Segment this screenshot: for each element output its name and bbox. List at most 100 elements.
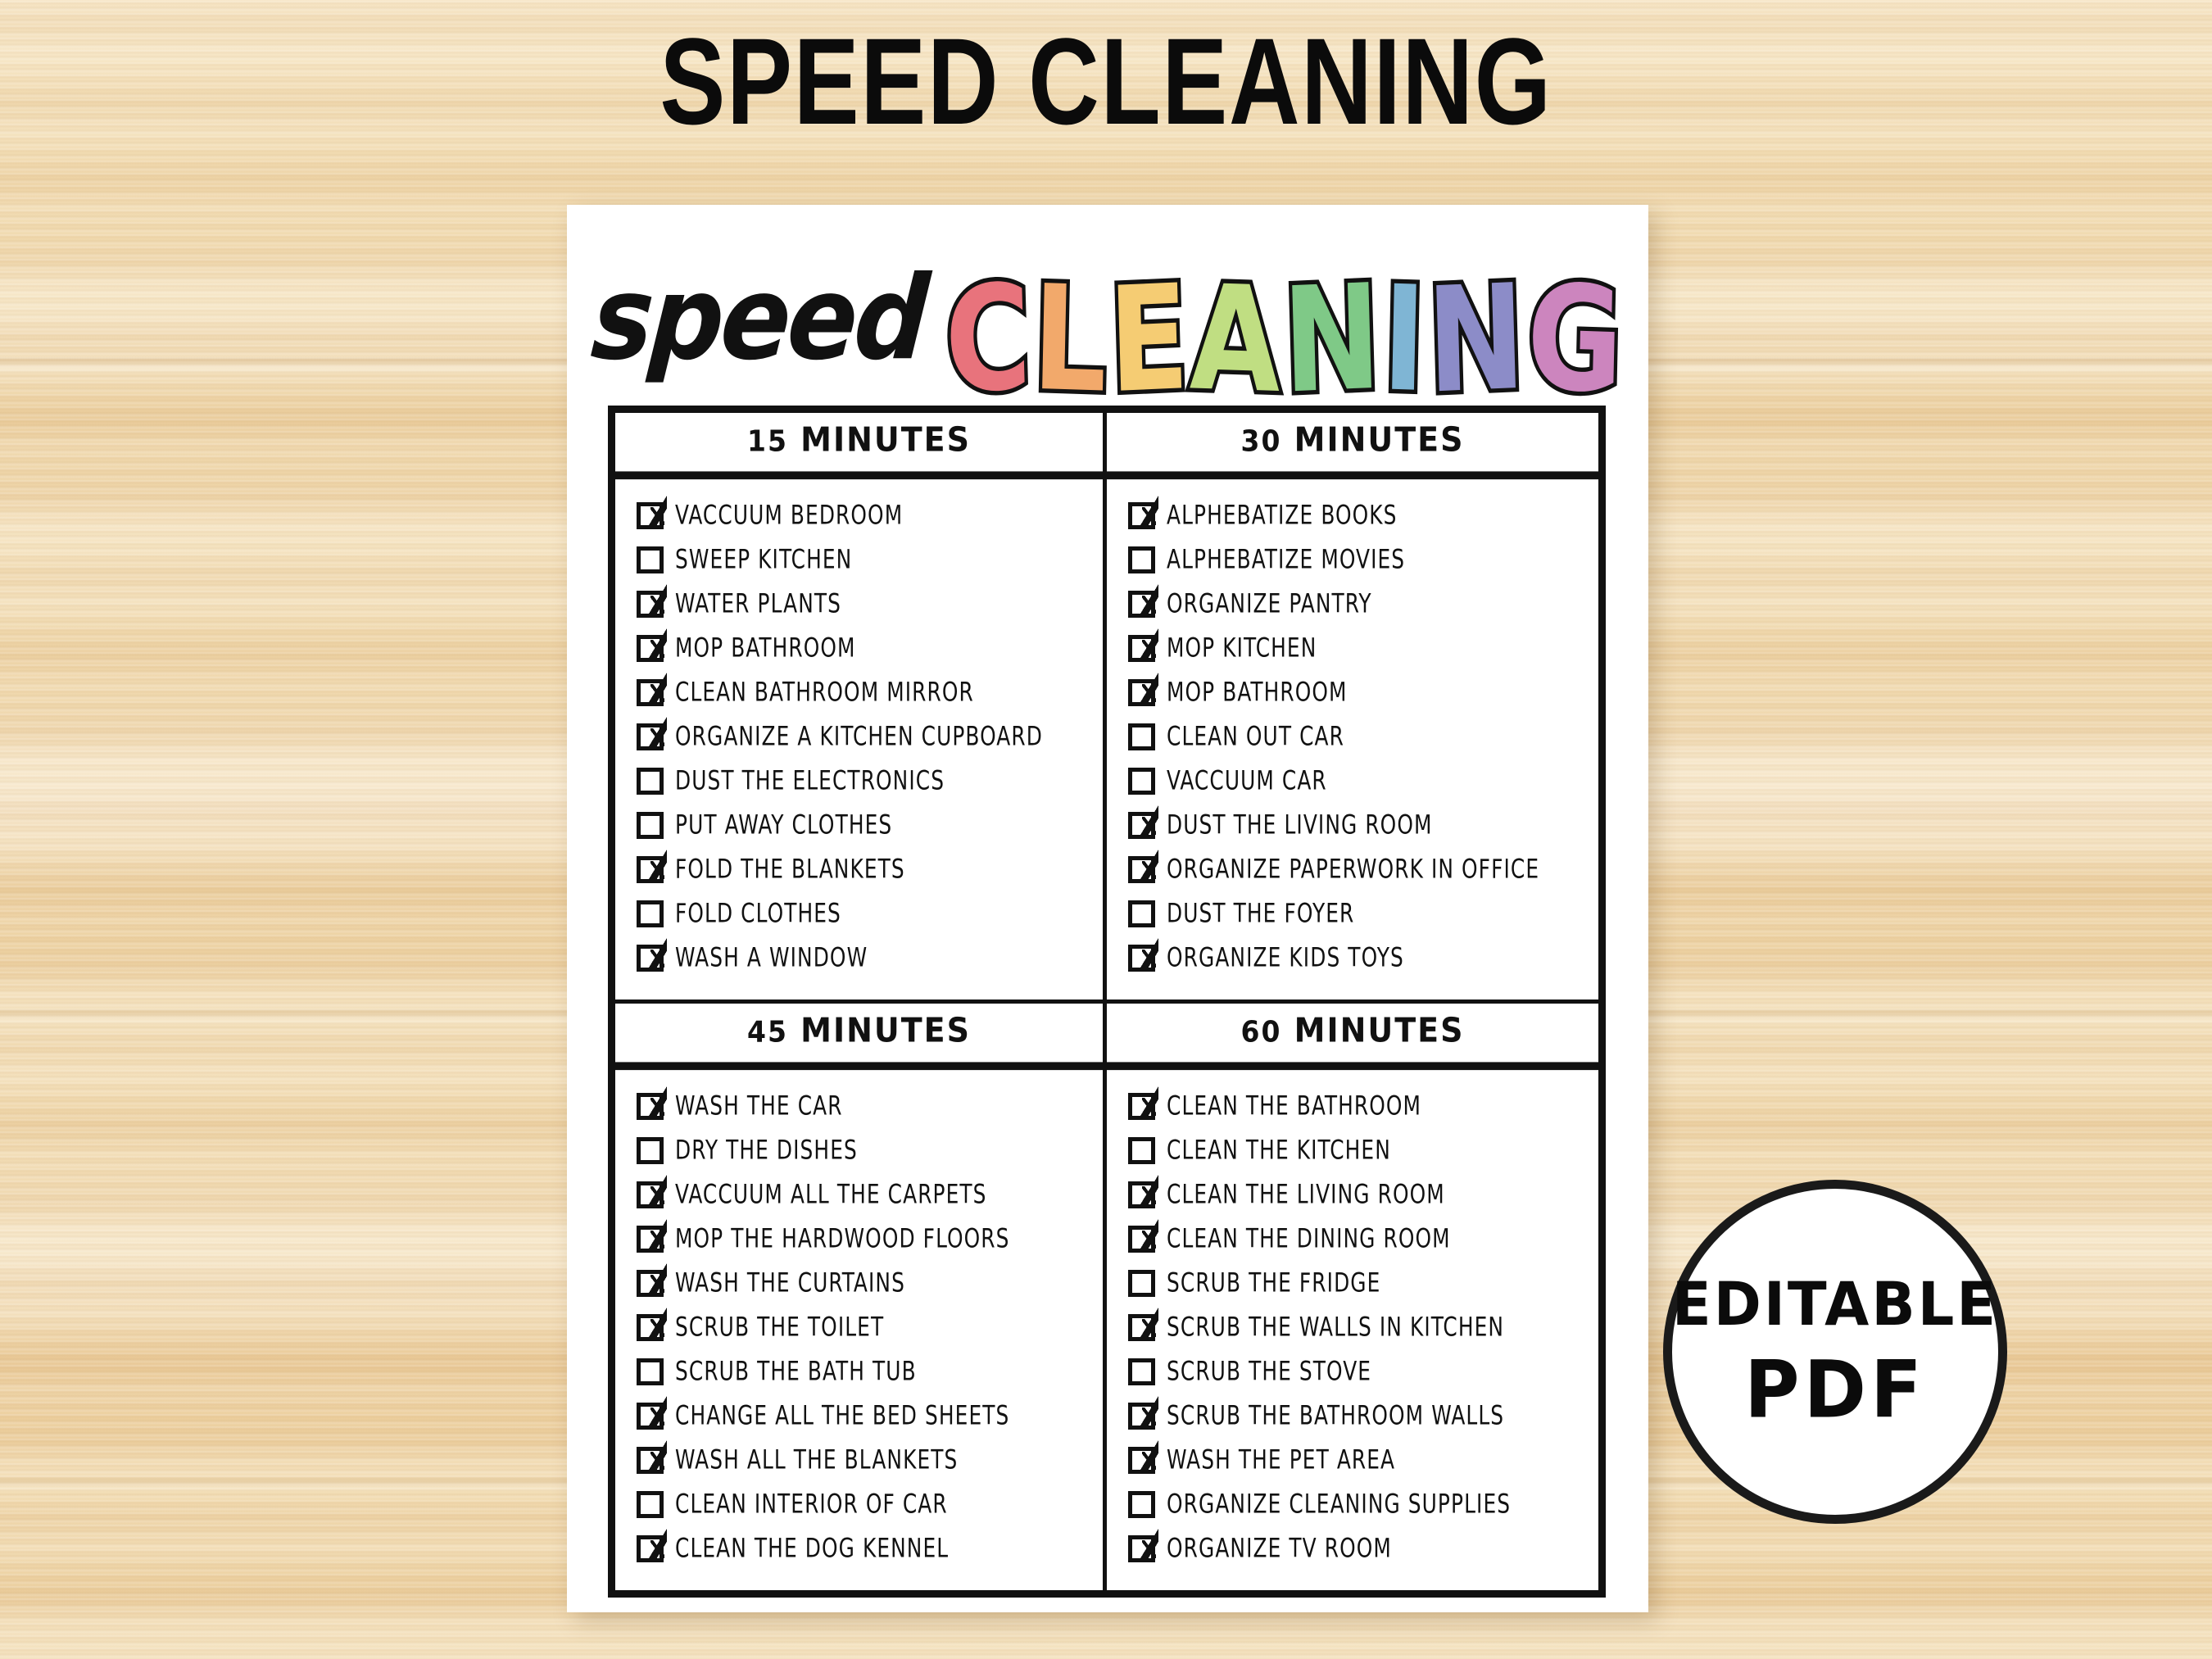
task-row[interactable]: VACCUUM BEDROOM <box>637 493 1095 537</box>
task-row[interactable]: ORGANIZE PANTRY <box>1128 582 1590 626</box>
quadrant-header-number: 30 <box>1240 424 1282 459</box>
task-row[interactable]: SCRUB THE WALLS IN KITCHEN <box>1128 1305 1590 1349</box>
task-row[interactable]: WATER PLANTS <box>637 582 1095 626</box>
checkbox-checked-icon[interactable] <box>637 937 668 972</box>
checkbox-empty-icon[interactable] <box>1128 1490 1155 1518</box>
checkbox-checked-icon[interactable] <box>1128 495 1159 529</box>
task-row[interactable]: FOLD CLOTHES <box>637 891 1095 936</box>
task-label: MOP BATHROOM <box>1167 677 1348 708</box>
task-row[interactable]: SCRUB THE BATH TUB <box>637 1349 1095 1394</box>
checkbox-empty-icon[interactable] <box>637 546 664 573</box>
task-row[interactable]: ORGANIZE TV ROOM <box>1128 1526 1590 1571</box>
checkbox-empty-icon[interactable] <box>1128 1358 1155 1385</box>
task-row[interactable]: DUST THE ELECTRONICS <box>637 759 1095 803</box>
checkbox-checked-icon[interactable] <box>637 628 668 662</box>
task-row[interactable]: CLEAN INTERIOR OF CAR <box>637 1482 1095 1526</box>
task-row[interactable]: WASH A WINDOW <box>637 936 1095 980</box>
checkbox-checked-icon[interactable] <box>637 1218 668 1253</box>
task-row[interactable]: CHANGE ALL THE BED SHEETS <box>637 1394 1095 1438</box>
checkbox-checked-icon[interactable] <box>1128 1086 1159 1120</box>
checkbox-empty-icon[interactable] <box>1128 723 1155 750</box>
checkbox-empty-icon[interactable] <box>1128 1269 1155 1297</box>
checkbox-checked-icon[interactable] <box>1128 672 1159 706</box>
checkbox-empty-icon[interactable] <box>637 811 664 839</box>
checkbox-checked-icon[interactable] <box>637 1395 668 1430</box>
checkbox-checked-icon[interactable] <box>637 849 668 883</box>
checkbox-checked-icon[interactable] <box>1128 937 1159 972</box>
task-label: DRY THE DISHES <box>675 1135 858 1166</box>
task-row[interactable]: DRY THE DISHES <box>637 1128 1095 1172</box>
task-row[interactable]: VACCUUM CAR <box>1128 759 1590 803</box>
checkbox-checked-icon[interactable] <box>1128 1439 1159 1474</box>
checkbox-checked-icon[interactable] <box>637 1528 668 1562</box>
task-row[interactable]: WASH ALL THE BLANKETS <box>637 1438 1095 1482</box>
checkbox-empty-icon[interactable] <box>637 1490 664 1518</box>
task-row[interactable]: SCRUB THE TOILET <box>637 1305 1095 1349</box>
quadrant-header-15: 15 MINUTES <box>615 410 1103 480</box>
task-row[interactable]: CLEAN THE DINING ROOM <box>1128 1217 1590 1261</box>
checkbox-empty-icon[interactable] <box>637 767 664 795</box>
task-row[interactable]: WASH THE PET AREA <box>1128 1438 1590 1482</box>
task-row[interactable]: MOP KITCHEN <box>1128 626 1590 670</box>
checkbox-checked-icon[interactable] <box>637 1262 668 1297</box>
task-row[interactable]: PUT AWAY CLOTHES <box>637 803 1095 847</box>
task-row[interactable]: MOP BATHROOM <box>1128 670 1590 714</box>
logo: speed CLEANING <box>567 223 1648 430</box>
checkbox-checked-icon[interactable] <box>1128 805 1159 839</box>
task-row[interactable]: FOLD THE BLANKETS <box>637 847 1095 891</box>
task-row[interactable]: SWEEP KITCHEN <box>637 537 1095 582</box>
task-row[interactable]: CLEAN THE LIVING ROOM <box>1128 1172 1590 1217</box>
task-row[interactable]: ORGANIZE A KITCHEN CUPBOARD <box>637 714 1095 759</box>
checkbox-empty-icon[interactable] <box>637 1136 664 1164</box>
task-row[interactable]: CLEAN THE BATHROOM <box>1128 1084 1590 1128</box>
checkbox-checked-icon[interactable] <box>1128 1218 1159 1253</box>
quadrant-task-list: VACCUUM BEDROOM SWEEP KITCHEN WATER PLANTS… <box>615 477 1103 999</box>
checkbox-empty-icon[interactable] <box>1128 1136 1155 1164</box>
checkbox-checked-icon[interactable] <box>1128 1395 1159 1430</box>
task-row[interactable]: ORGANIZE CLEANING SUPPLIES <box>1128 1482 1590 1526</box>
checkbox-checked-icon[interactable] <box>637 1439 668 1474</box>
task-row[interactable]: SCRUB THE BATHROOM WALLS <box>1128 1394 1590 1438</box>
checkbox-empty-icon[interactable] <box>1128 767 1155 795</box>
checkbox-checked-icon[interactable] <box>637 716 668 750</box>
task-label: CLEAN THE KITCHEN <box>1167 1135 1391 1166</box>
task-row[interactable]: WASH THE CAR <box>637 1084 1095 1128</box>
checkbox-checked-icon[interactable] <box>1128 849 1159 883</box>
checkbox-checked-icon[interactable] <box>637 1086 668 1120</box>
checkbox-checked-icon[interactable] <box>637 495 668 529</box>
task-row[interactable]: SCRUB THE STOVE <box>1128 1349 1590 1394</box>
checkbox-checked-icon[interactable] <box>637 672 668 706</box>
checkbox-checked-icon[interactable] <box>1128 628 1159 662</box>
checkbox-checked-icon[interactable] <box>637 583 668 618</box>
checkbox-empty-icon[interactable] <box>637 900 664 927</box>
task-row[interactable]: ALPHEBATIZE MOVIES <box>1128 537 1590 582</box>
checkbox-checked-icon[interactable] <box>1128 1307 1159 1341</box>
task-row[interactable]: ORGANIZE KIDS TOYS <box>1128 936 1590 980</box>
task-row[interactable]: ORGANIZE PAPERWORK IN OFFICE <box>1128 847 1590 891</box>
task-row[interactable]: CLEAN OUT CAR <box>1128 714 1590 759</box>
checkbox-checked-icon[interactable] <box>1128 583 1159 618</box>
task-row[interactable]: CLEAN BATHROOM MIRROR <box>637 670 1095 714</box>
checkbox-empty-icon[interactable] <box>1128 546 1155 573</box>
checkbox-checked-icon[interactable] <box>637 1307 668 1341</box>
task-row[interactable]: CLEAN THE DOG KENNEL <box>637 1526 1095 1571</box>
logo-cleaning-word: CLEANING <box>939 250 1626 430</box>
task-row[interactable]: ALPHEBATIZE BOOKS <box>1128 493 1590 537</box>
checkbox-checked-icon[interactable] <box>1128 1174 1159 1208</box>
task-row[interactable]: WASH THE CURTAINS <box>637 1261 1095 1305</box>
checkbox-empty-icon[interactable] <box>1128 900 1155 927</box>
task-row[interactable]: SCRUB THE FRIDGE <box>1128 1261 1590 1305</box>
task-row[interactable]: MOP THE HARDWOOD FLOORS <box>637 1217 1095 1261</box>
task-label: SCRUB THE FRIDGE <box>1167 1267 1381 1299</box>
task-row[interactable]: DUST THE FOYER <box>1128 891 1590 936</box>
editable-pdf-badge: EDITABLE PDF <box>1663 1180 2007 1524</box>
task-row[interactable]: DUST THE LIVING ROOM <box>1128 803 1590 847</box>
task-row[interactable]: CLEAN THE KITCHEN <box>1128 1128 1590 1172</box>
checkbox-checked-icon[interactable] <box>637 1174 668 1208</box>
quadrant-header-unit: MINUTES <box>1281 419 1465 460</box>
checkbox-empty-icon[interactable] <box>637 1358 664 1385</box>
checkbox-checked-icon[interactable] <box>1128 1528 1159 1562</box>
task-row[interactable]: VACCUUM ALL THE CARPETS <box>637 1172 1095 1217</box>
task-row[interactable]: MOP BATHROOM <box>637 626 1095 670</box>
task-label: DUST THE LIVING ROOM <box>1167 809 1433 841</box>
